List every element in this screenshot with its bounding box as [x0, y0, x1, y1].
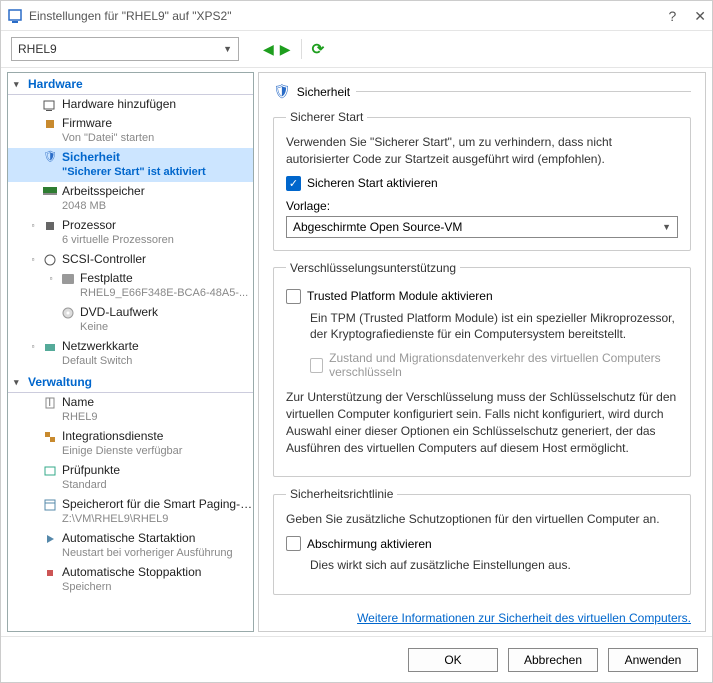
nav-item-dvd[interactable]: DVD-LaufwerkKeine	[8, 303, 253, 337]
autostop-icon	[42, 565, 58, 580]
integration-icon	[42, 429, 58, 444]
migration-checkbox-row: Zustand und Migrationsdatenverkehr des v…	[310, 351, 678, 379]
nav-item-hdd[interactable]: ▫ FestplatteRHEL9_E66F348E-BCA6-48A5-...	[8, 269, 253, 303]
legend-encryption: Verschlüsselungsunterstützung	[286, 261, 460, 275]
vm-selector[interactable]: RHEL9 ▼	[11, 37, 239, 61]
nav-item-security[interactable]: 🛡 Sicherheit"Sicherer Start" ist aktivie…	[8, 148, 253, 182]
nav-item-autostop[interactable]: Automatische StoppaktionSpeichern	[8, 563, 253, 597]
collapse-icon: ▾	[14, 79, 24, 90]
collapse-icon: ▾	[14, 377, 24, 388]
chip-icon	[42, 116, 58, 131]
legend-policy: Sicherheitsrichtlinie	[286, 487, 397, 501]
category-hardware[interactable]: ▾ Hardware	[8, 73, 253, 95]
group-encryption: Verschlüsselungsunterstützung Trusted Pl…	[273, 261, 691, 478]
checkbox-migration	[310, 358, 323, 373]
close-icon[interactable]: ✕	[694, 9, 706, 23]
legend-secure-boot: Sicherer Start	[286, 110, 367, 124]
shield-icon: 🛡	[42, 150, 58, 165]
nav-item-add-hardware[interactable]: Hardware hinzufügen	[8, 95, 253, 114]
chevron-down-icon: ▼	[223, 44, 232, 54]
checkbox-secure-boot[interactable]: ✓	[286, 176, 301, 191]
svg-text:I: I	[48, 397, 51, 409]
nav-item-checkpoints[interactable]: PrüfpunkteStandard	[8, 461, 253, 495]
nav-item-memory[interactable]: Arbeitsspeicher2048 MB	[8, 182, 253, 216]
secure-boot-desc: Verwenden Sie "Sicherer Start", um zu ve…	[286, 134, 678, 168]
controller-icon	[42, 252, 58, 267]
apply-button[interactable]: Anwenden	[608, 648, 698, 672]
secure-boot-checkbox-row[interactable]: ✓ Sicheren Start aktivieren	[286, 176, 678, 191]
expand-icon[interactable]: ▫	[46, 271, 56, 286]
ok-button[interactable]: OK	[408, 648, 498, 672]
network-icon	[42, 339, 58, 354]
nav-item-smartpaging[interactable]: Speicherort für die Smart Paging-D...Z:\…	[8, 495, 253, 529]
autostart-icon	[42, 531, 58, 546]
app-icon	[7, 8, 23, 24]
checkbox-secure-boot-label: Sicheren Start aktivieren	[307, 176, 438, 190]
dialog-footer: OK Abbrechen Anwenden	[1, 636, 712, 682]
checkbox-shielding[interactable]	[286, 536, 301, 551]
checkbox-shielding-label: Abschirmung aktivieren	[307, 537, 432, 551]
policy-note: Dies wirkt sich auf zusätzliche Einstell…	[310, 557, 678, 574]
chevron-down-icon: ▼	[662, 222, 671, 232]
nav-item-nic[interactable]: ▫ NetzwerkkarteDefault Switch	[8, 337, 253, 371]
encryption-note: Zur Unterstützung der Verschlüsselung mu…	[286, 389, 678, 456]
checkbox-tpm-label: Trusted Platform Module aktivieren	[307, 289, 493, 303]
checkbox-tpm[interactable]	[286, 289, 301, 304]
help-icon[interactable]: ?	[668, 9, 676, 23]
cpu-icon	[42, 218, 58, 233]
refresh-button[interactable]: ⟳	[312, 40, 325, 58]
vm-selector-value: RHEL9	[18, 42, 57, 56]
paging-icon	[42, 497, 58, 512]
window-title: Einstellungen für "RHEL9" auf "XPS2"	[29, 9, 668, 23]
name-icon: I	[42, 395, 58, 410]
dvd-icon	[60, 305, 76, 320]
nav-item-firmware[interactable]: FirmwareVon "Datei" starten	[8, 114, 253, 148]
tpm-checkbox-row[interactable]: Trusted Platform Module aktivieren	[286, 289, 678, 304]
toolbar: RHEL9 ▼ ◀ ▶ ⟳	[1, 31, 712, 67]
category-management[interactable]: ▾ Verwaltung	[8, 371, 253, 393]
shield-icon: 🛡	[273, 83, 291, 100]
nav-prev-button[interactable]: ◀	[263, 41, 274, 58]
cancel-button[interactable]: Abbrechen	[508, 648, 598, 672]
checkpoint-icon	[42, 463, 58, 478]
checkbox-migration-label: Zustand und Migrationsdatenverkehr des v…	[329, 351, 678, 379]
template-label: Vorlage:	[286, 199, 678, 213]
collapse-icon[interactable]: ▫	[28, 252, 38, 267]
group-policy: Sicherheitsrichtlinie Geben Sie zusätzli…	[273, 487, 691, 595]
add-hardware-icon	[42, 97, 58, 112]
tpm-desc: Ein TPM (Trusted Platform Module) ist ei…	[310, 310, 678, 344]
template-dropdown[interactable]: Abgeschirmte Open Source-VM ▼	[286, 216, 678, 238]
nav-item-autostart[interactable]: Automatische StartaktionNeustart bei vor…	[8, 529, 253, 563]
disk-icon	[60, 271, 76, 286]
expand-icon[interactable]: ▫	[28, 339, 38, 354]
shielding-checkbox-row[interactable]: Abschirmung aktivieren	[286, 536, 678, 551]
group-secure-boot: Sicherer Start Verwenden Sie "Sicherer S…	[273, 110, 691, 251]
nav-item-integration[interactable]: IntegrationsdiensteEinige Dienste verfüg…	[8, 427, 253, 461]
memory-icon	[42, 184, 58, 199]
nav-tree[interactable]: ▾ Hardware Hardware hinzufügen FirmwareV…	[7, 72, 254, 632]
nav-next-button[interactable]: ▶	[280, 41, 291, 58]
titlebar: Einstellungen für "RHEL9" auf "XPS2" ? ✕	[1, 1, 712, 31]
template-dropdown-value: Abgeschirmte Open Source-VM	[293, 220, 462, 234]
nav-item-scsi[interactable]: ▫ SCSI-Controller	[8, 250, 253, 269]
more-info-link[interactable]: Weitere Informationen zur Sicherheit des…	[273, 611, 691, 625]
nav-item-name[interactable]: I NameRHEL9	[8, 393, 253, 427]
expand-icon[interactable]: ▫	[28, 218, 38, 233]
panel-title: Sicherheit	[297, 85, 350, 99]
detail-panel: 🛡 Sicherheit Sicherer Start Verwenden Si…	[258, 72, 706, 632]
nav-item-processor[interactable]: ▫ Prozessor6 virtuelle Prozessoren	[8, 216, 253, 250]
separator	[301, 39, 302, 59]
divider	[356, 91, 691, 92]
policy-desc: Geben Sie zusätzliche Schutzoptionen für…	[286, 511, 678, 528]
